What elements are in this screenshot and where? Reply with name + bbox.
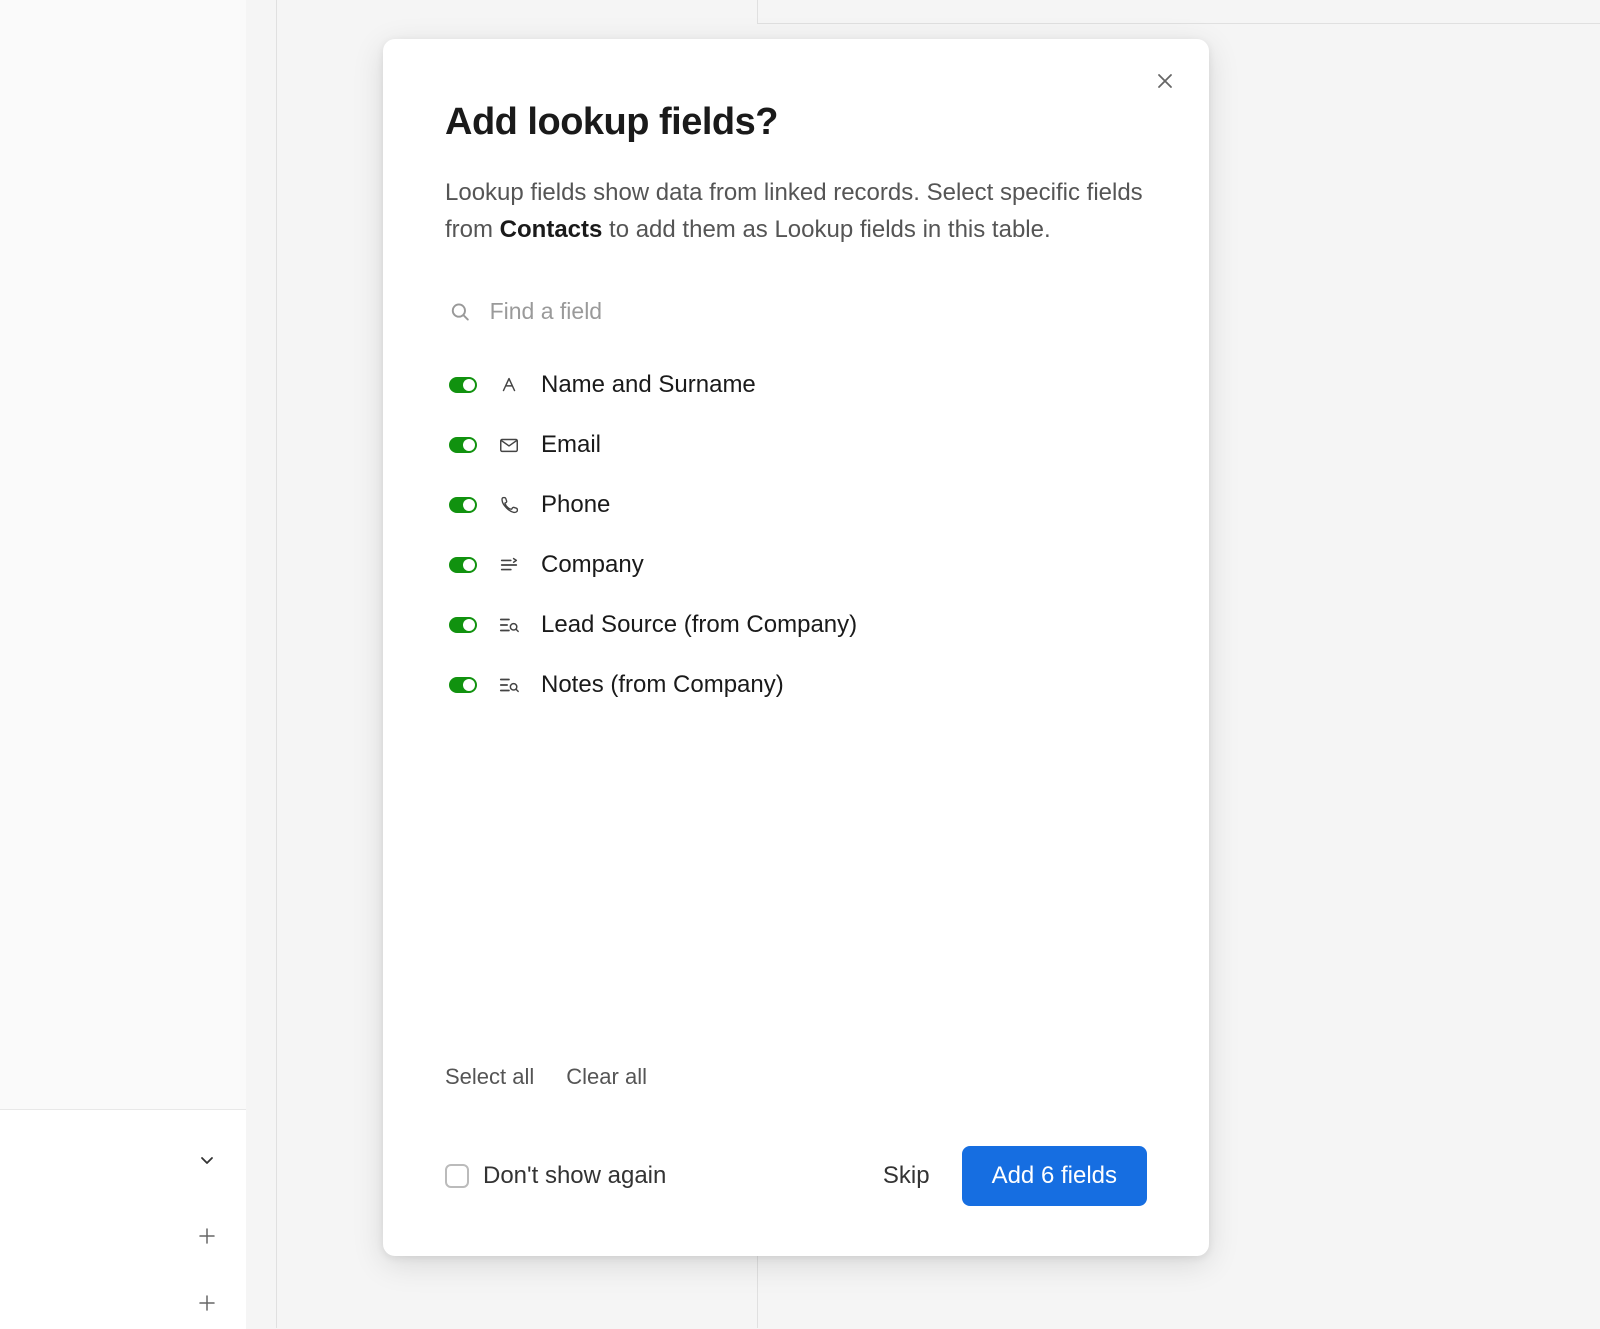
- add-fields-button[interactable]: Add 6 fields: [962, 1146, 1147, 1206]
- checkbox-label: Don't show again: [483, 1162, 666, 1190]
- field-label: Notes (from Company): [541, 671, 784, 699]
- divider: [276, 0, 277, 1328]
- field-item: Email: [445, 415, 1147, 475]
- search-input[interactable]: [490, 298, 1143, 325]
- chevron-down-icon: [197, 1150, 217, 1170]
- field-list: Name and Surname Email: [445, 355, 1147, 715]
- modal-description: Lookup fields show data from linked reco…: [445, 174, 1147, 248]
- skip-button[interactable]: Skip: [883, 1162, 930, 1190]
- field-item: Phone: [445, 475, 1147, 535]
- field-toggle[interactable]: [449, 677, 477, 693]
- collapse-button[interactable]: [197, 1150, 217, 1170]
- search-icon: [449, 300, 472, 324]
- select-all-button[interactable]: Select all: [445, 1064, 534, 1090]
- field-label: Email: [541, 431, 601, 459]
- link-icon: [497, 553, 521, 577]
- lookup-icon: [497, 613, 521, 637]
- divider: [757, 0, 758, 24]
- add-button[interactable]: [197, 1293, 217, 1313]
- field-item: Lead Source (from Company): [445, 595, 1147, 655]
- close-button[interactable]: [1151, 67, 1179, 95]
- divider: [757, 1254, 758, 1328]
- field-item: Notes (from Company): [445, 655, 1147, 715]
- close-icon: [1155, 71, 1175, 91]
- dont-show-again-checkbox[interactable]: Don't show again: [445, 1162, 666, 1190]
- footer-buttons: Skip Add 6 fields: [883, 1146, 1147, 1206]
- field-label: Lead Source (from Company): [541, 611, 857, 639]
- footer-row: Don't show again Skip Add 6 fields: [445, 1146, 1147, 1206]
- field-toggle[interactable]: [449, 617, 477, 633]
- field-label: Phone: [541, 491, 610, 519]
- clear-all-button[interactable]: Clear all: [566, 1064, 647, 1090]
- description-suffix: to add them as Lookup fields in this tab…: [602, 216, 1050, 243]
- field-item: Company: [445, 535, 1147, 595]
- field-toggle[interactable]: [449, 437, 477, 453]
- field-toggle[interactable]: [449, 377, 477, 393]
- field-toggle[interactable]: [449, 497, 477, 513]
- checkbox-icon: [445, 1164, 469, 1188]
- field-item: Name and Surname: [445, 355, 1147, 415]
- phone-icon: [497, 493, 521, 517]
- search-field-row[interactable]: [445, 290, 1147, 333]
- divider: [757, 23, 1600, 24]
- plus-icon: [197, 1226, 217, 1246]
- select-actions: Select all Clear all: [445, 1064, 1147, 1090]
- add-button[interactable]: [197, 1226, 217, 1246]
- field-label: Name and Surname: [541, 371, 756, 399]
- email-icon: [497, 433, 521, 457]
- modal-title: Add lookup fields?: [445, 101, 1147, 144]
- plus-icon: [197, 1293, 217, 1313]
- description-table-name: Contacts: [500, 216, 603, 243]
- add-lookup-fields-modal: Add lookup fields? Lookup fields show da…: [383, 39, 1209, 1256]
- field-label: Company: [541, 551, 644, 579]
- sidebar-panel: [0, 0, 246, 1109]
- field-toggle[interactable]: [449, 557, 477, 573]
- text-icon: [497, 373, 521, 397]
- modal-footer: Select all Clear all Don't show again Sk…: [383, 1064, 1209, 1256]
- lookup-icon: [497, 673, 521, 697]
